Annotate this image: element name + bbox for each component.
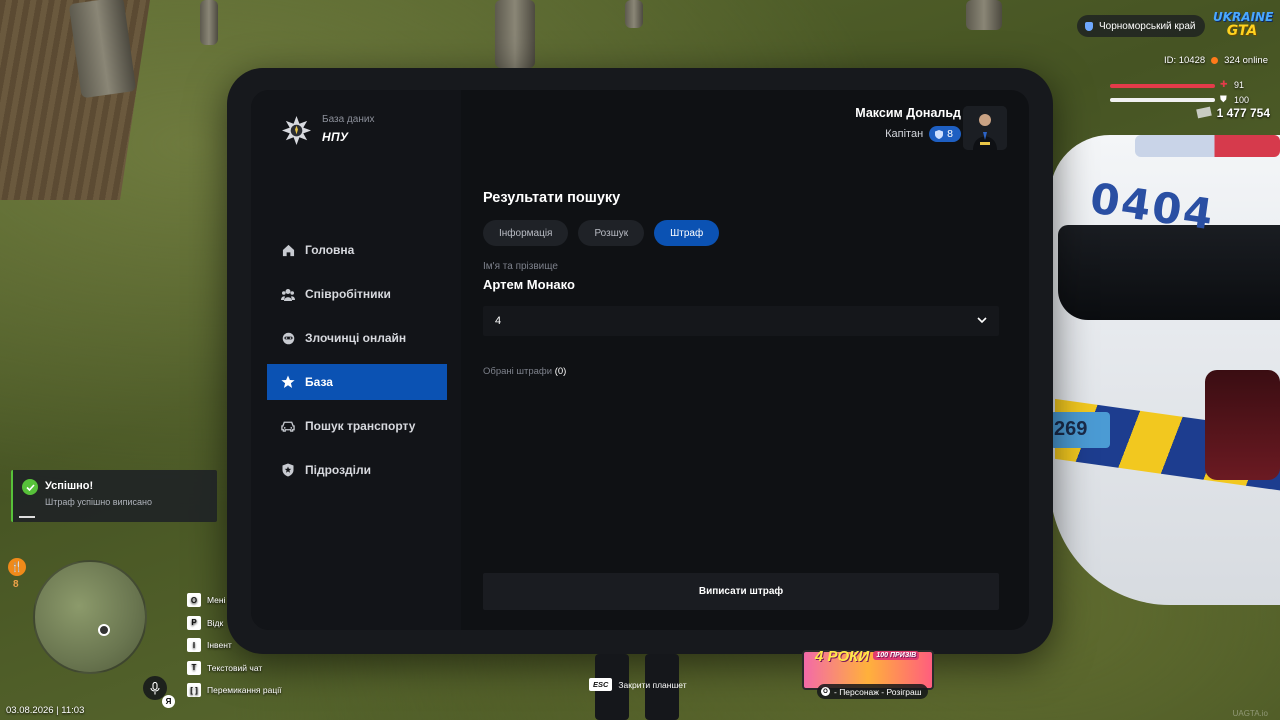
close-tablet-label: Закрити планшет <box>618 679 687 690</box>
avatar[interactable] <box>963 106 1007 150</box>
key-hint: T Текстовий чат <box>187 657 281 680</box>
sidebar-item-employees[interactable]: Співробітники <box>267 276 447 312</box>
region-emblem-icon <box>1085 21 1093 31</box>
sidebar: База даних НПУ Головна Співробітники Зло… <box>251 90 461 630</box>
language-indicator: Я <box>162 695 175 708</box>
shield-small-icon <box>935 129 944 139</box>
tab-information[interactable]: Інформація <box>483 220 569 246</box>
promo-key: O <box>821 687 830 696</box>
armor-icon: ⛊ <box>1220 94 1227 104</box>
chevron-down-icon <box>977 315 987 327</box>
tablet-screen: База даних НПУ Головна Співробітники Зло… <box>251 90 1029 630</box>
brand-title: НПУ <box>322 130 349 144</box>
users-icon <box>281 287 295 301</box>
notification-text: Штраф успішно виписано <box>45 497 152 507</box>
key-hint: I Інвент <box>187 634 281 657</box>
sidebar-item-units[interactable]: Підрозділи <box>267 452 447 488</box>
selected-fines-count: (0) <box>554 366 567 377</box>
name-field-label: Ім'я та прізвище <box>483 261 558 272</box>
fine-select-value: 4 <box>495 315 502 327</box>
date-time: 03.08.2026 | 11:03 <box>6 705 85 716</box>
armor-value: 100 <box>1234 95 1250 105</box>
main-content: Максим Дональд Капітан 8 Результати пошу… <box>461 90 1029 630</box>
tab-fine[interactable]: Штраф <box>654 220 720 246</box>
success-notification: Успішно! Штраф успішно виписано <box>11 470 217 522</box>
sidebar-item-database[interactable]: База <box>267 364 447 400</box>
player-marker-icon <box>98 624 110 636</box>
police-light-bar <box>1135 135 1280 157</box>
watermark: UAGTA.io <box>1232 709 1268 718</box>
sidebar-item-label: Злочинці онлайн <box>305 331 407 345</box>
level-badge: 8 <box>929 126 961 142</box>
tree-trunk <box>625 0 643 28</box>
user-rank: Капітан <box>885 128 924 140</box>
issue-fine-button[interactable]: Виписати штраф <box>483 573 999 610</box>
user-level: 8 <box>947 128 953 140</box>
armor-bar <box>1110 98 1215 102</box>
brand: База даних НПУ <box>281 114 374 146</box>
check-icon <box>22 479 38 495</box>
sidebar-item-label: База <box>305 375 333 389</box>
suspect-name: Артем Монако <box>483 277 575 292</box>
user-info: Максим Дональд Капітан 8 <box>855 106 961 142</box>
car-rear-window <box>1058 225 1280 320</box>
shield-icon <box>281 463 295 477</box>
sidebar-item-home[interactable]: Головна <box>267 232 447 268</box>
close-tablet-hint: ESC Закрити планшет <box>589 678 687 691</box>
money-display: 1 477 754 <box>1170 106 1270 120</box>
key-hints: O Мені P Відк I Інвент T Текстовий чат [ ] Пе… <box>187 589 281 702</box>
mask-icon <box>281 331 295 345</box>
region-name: Чорноморський край <box>1099 20 1196 32</box>
selected-fines-label: Обрані штрафи <box>483 366 553 377</box>
tree-trunk <box>495 0 535 68</box>
police-tablet: База даних НПУ Головна Співробітники Зло… <box>227 68 1053 654</box>
user-name: Максим Дональд <box>855 106 961 120</box>
tab-wanted[interactable]: Розшук <box>578 220 645 246</box>
car-icon <box>281 419 295 433</box>
health-bar <box>1110 84 1215 88</box>
sidebar-item-label: Головна <box>305 243 355 257</box>
notification-progress <box>19 516 35 518</box>
online-count: 324 online <box>1224 55 1268 66</box>
hunger-icon: 🍴 <box>8 558 26 576</box>
online-dot-icon <box>1211 57 1219 64</box>
esc-key: ESC <box>589 678 613 691</box>
money-value: 1 477 754 <box>1216 106 1270 120</box>
cash-icon <box>1195 106 1212 119</box>
sidebar-item-criminals[interactable]: Злочинці онлайн <box>267 320 447 356</box>
promo-hint-label: - Персонаж - Розіграш <box>834 686 922 697</box>
game-logo: UKRAINE GTA <box>1213 10 1274 39</box>
sidebar-item-label: Пошук транспорту <box>305 419 416 433</box>
sidebar-item-vehicle-search[interactable]: Пошук транспорту <box>267 408 447 444</box>
minimap <box>33 560 147 674</box>
home-icon <box>281 243 295 257</box>
promo-hint: O - Персонаж - Розіграш <box>817 684 928 699</box>
player-id-line: ID: 10428 324 online <box>1140 55 1268 66</box>
police-star-icon <box>281 115 312 146</box>
car-taillight <box>1205 370 1280 480</box>
key-hint: [ ] Перемикання рації <box>187 679 281 702</box>
selected-fines: Обрані штрафи (0) <box>483 366 566 377</box>
tree-trunk <box>200 0 218 45</box>
hunger-value: 8 <box>13 579 19 590</box>
key-hint: P Відк <box>187 612 281 635</box>
star-icon <box>281 375 295 389</box>
player-id: ID: 10428 <box>1163 55 1206 66</box>
result-tabs: Інформація Розшук Штраф <box>483 220 720 246</box>
sidebar-nav: Головна Співробітники Злочинці онлайн Ба… <box>267 232 447 496</box>
region-badge: Чорноморський край <box>1077 15 1205 37</box>
car-plate: 269 <box>1050 412 1110 448</box>
promo-subtitle: 100 ПРИЗІВ <box>873 651 920 660</box>
sidebar-item-label: Співробітники <box>305 287 391 301</box>
health-value: 91 <box>1234 80 1245 90</box>
sidebar-item-label: Підрозділи <box>305 463 371 477</box>
section-title: Результати пошуку <box>483 190 621 206</box>
fine-select[interactable]: 4 <box>483 306 999 336</box>
key-hint: O Мені <box>187 589 281 612</box>
brand-subtitle: База даних <box>322 114 375 125</box>
promo-title: 4 РОКИ 100 ПРИЗІВ <box>815 648 920 665</box>
tree-trunk <box>966 0 1002 30</box>
notification-title: Успішно! <box>45 480 94 492</box>
health-icon: ✚ <box>1220 79 1228 89</box>
